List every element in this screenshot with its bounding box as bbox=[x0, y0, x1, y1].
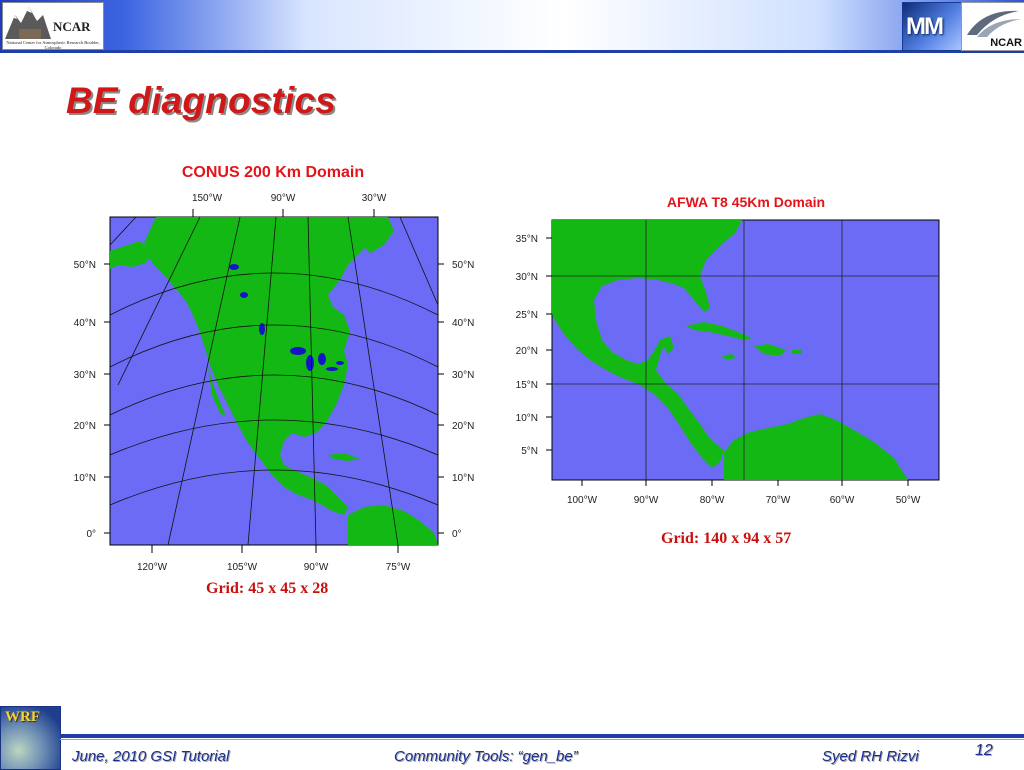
conus-bottom-lon-label: 105°W bbox=[227, 562, 258, 573]
afwa-lat-label: 25°N bbox=[516, 310, 538, 321]
globe-swoosh-icon bbox=[967, 10, 1021, 37]
ncar-left-wordmark: NCAR bbox=[53, 19, 91, 34]
ncar-logo-right: NCAR bbox=[961, 2, 1024, 51]
afwa-lat-label: 20°N bbox=[516, 346, 538, 357]
conus-grid-caption: Grid: 45 x 45 x 28 bbox=[206, 580, 329, 597]
afwa-lat-label: 10°N bbox=[516, 413, 538, 424]
conus-lat-label: 0° bbox=[452, 529, 462, 540]
afwa-grid-caption: Grid: 140 x 94 x 57 bbox=[661, 530, 792, 547]
mountain-logo-icon bbox=[5, 7, 51, 39]
afwa-map-title: AFWA T8 45Km Domain bbox=[667, 194, 825, 210]
conus-lat-label: 0° bbox=[86, 529, 96, 540]
afwa-lat-labels: 35°N 30°N 25°N 20°N 15°N 10°N 5°N bbox=[516, 234, 538, 457]
header-divider bbox=[0, 50, 1024, 53]
afwa-lon-label: 60°W bbox=[830, 495, 855, 506]
afwa-lon-labels: 100°W 90°W 80°W 70°W 60°W 50°W bbox=[567, 495, 921, 506]
conus-lat-label: 30°N bbox=[74, 370, 96, 381]
conus-top-lon-label: 150°W bbox=[192, 193, 223, 204]
conus-lat-label: 40°N bbox=[74, 318, 96, 329]
mm-logo-text: MM bbox=[906, 13, 944, 40]
footer-right-text: Syed RH Rizvi bbox=[822, 748, 919, 765]
afwa-lon-label: 80°W bbox=[700, 495, 725, 506]
afwa-lon-label: 100°W bbox=[567, 495, 598, 506]
conus-lat-label: 50°N bbox=[74, 260, 96, 271]
conus-bottom-lon-label: 120°W bbox=[137, 562, 168, 573]
footer-center-text: Community Tools: “gen_be” bbox=[394, 748, 578, 765]
conus-lat-label: 50°N bbox=[452, 260, 474, 271]
conus-domain-map: CONUS 200 Km Domain 150°W 90°W 30°W 120°… bbox=[74, 164, 475, 573]
afwa-lat-label: 5°N bbox=[521, 446, 538, 457]
conus-lat-label: 30°N bbox=[452, 370, 474, 381]
conus-right-lat-labels: 50°N 40°N 30°N 20°N 10°N 0° bbox=[452, 260, 474, 540]
conus-lat-label: 20°N bbox=[452, 421, 474, 432]
mm-logo: MM bbox=[902, 2, 962, 51]
conus-map-title: CONUS 200 Km Domain bbox=[182, 164, 364, 181]
conus-lat-label: 10°N bbox=[74, 473, 96, 484]
wrf-logo-text: WRF bbox=[5, 709, 40, 725]
page-number: 12 bbox=[975, 742, 993, 759]
conus-lat-label: 20°N bbox=[74, 421, 96, 432]
footer-left-text: June, 2010 GSI Tutorial bbox=[72, 748, 230, 765]
conus-lat-label: 40°N bbox=[452, 318, 474, 329]
afwa-domain-map: AFWA T8 45Km Domain 35°N 30°N 25°N 20°N … bbox=[516, 194, 940, 506]
afwa-lon-label: 70°W bbox=[766, 495, 791, 506]
conus-top-lon-label: 30°W bbox=[362, 193, 387, 204]
ncar-logo-left: NCAR National Center for Atmospheric Res… bbox=[2, 2, 104, 50]
footer-divider-thin bbox=[60, 739, 1024, 740]
afwa-lat-label: 15°N bbox=[516, 380, 538, 391]
footer-divider bbox=[60, 734, 1024, 738]
afwa-lat-label: 30°N bbox=[516, 272, 538, 283]
slide-title: BE diagnostics bbox=[66, 80, 337, 121]
header-bar bbox=[0, 0, 1024, 52]
conus-left-lat-labels: 50°N 40°N 30°N 20°N 10°N 0° bbox=[74, 260, 96, 540]
ncar-left-subtitle: National Center for Atmospheric Research… bbox=[6, 40, 100, 50]
wrf-logo: WRF bbox=[0, 706, 61, 770]
afwa-puerto-rico bbox=[792, 350, 802, 354]
afwa-lon-label: 90°W bbox=[634, 495, 659, 506]
conus-bottom-lon-label: 90°W bbox=[304, 562, 329, 573]
conus-lat-label: 10°N bbox=[452, 473, 474, 484]
conus-top-lon-label: 90°W bbox=[271, 193, 296, 204]
ncar-right-wordmark: NCAR bbox=[990, 37, 1022, 49]
afwa-lon-label: 50°W bbox=[896, 495, 921, 506]
conus-bottom-lon-label: 75°W bbox=[386, 562, 411, 573]
afwa-lat-label: 35°N bbox=[516, 234, 538, 245]
